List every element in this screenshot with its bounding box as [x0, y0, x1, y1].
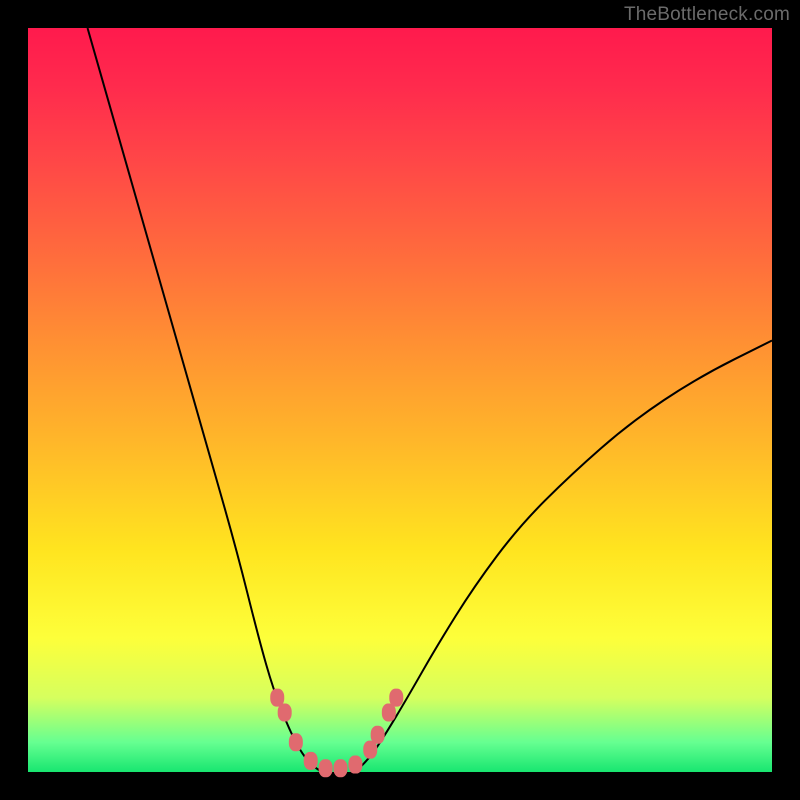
marker-point: [348, 756, 362, 774]
watermark-text: TheBottleneck.com: [624, 4, 790, 26]
curve-right-curve: [355, 340, 772, 772]
outer-frame: TheBottleneck.com: [0, 0, 800, 800]
plot-area: [28, 28, 772, 772]
marker-point: [304, 752, 318, 770]
marker-point: [319, 759, 333, 777]
marker-point: [371, 726, 385, 744]
marker-point: [289, 733, 303, 751]
marker-point: [278, 703, 292, 721]
marker-point: [333, 759, 347, 777]
curve-left-curve: [88, 28, 322, 772]
chart-svg: [28, 28, 772, 772]
marker-point: [389, 689, 403, 707]
